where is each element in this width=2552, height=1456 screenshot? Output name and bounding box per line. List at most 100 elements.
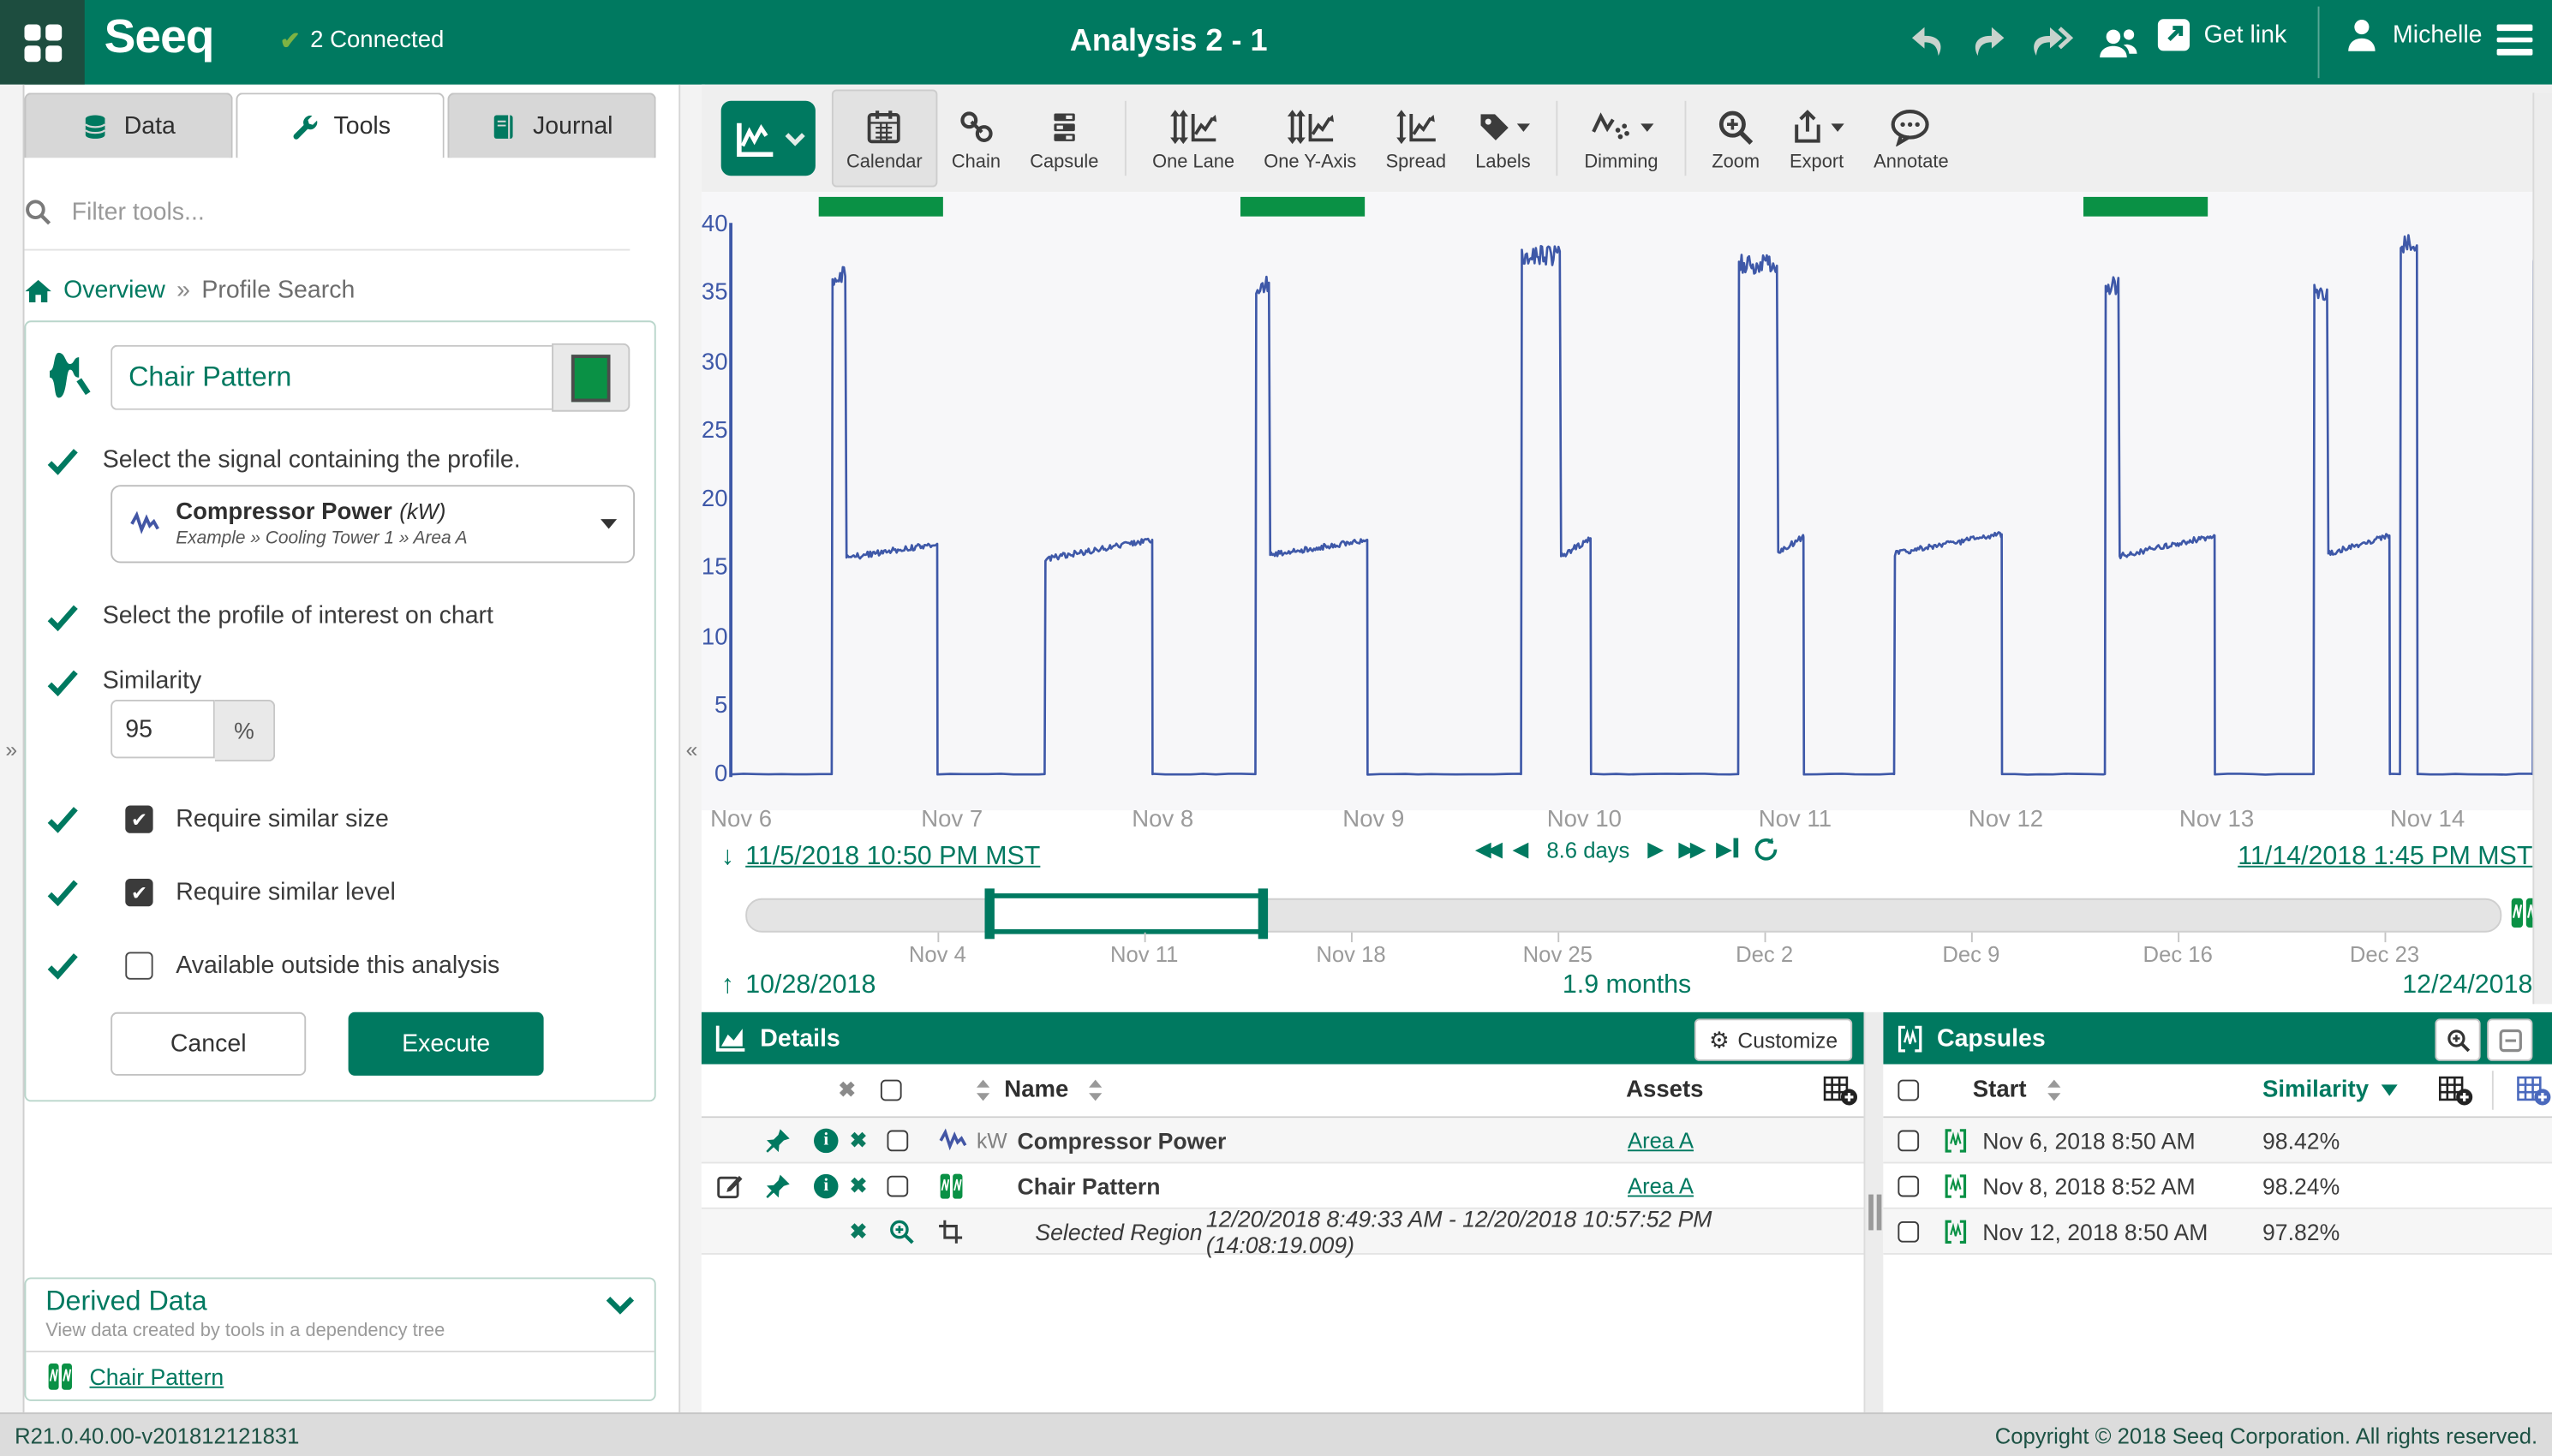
sidebar: » Data Tools Journal Overview » bbox=[0, 85, 678, 1412]
step-back-button[interactable]: ◀ bbox=[1513, 837, 1529, 862]
zoom-in-icon[interactable] bbox=[888, 1218, 914, 1244]
pin-icon[interactable] bbox=[765, 1127, 791, 1153]
capsule-row[interactable]: Nov 6, 2018 8:50 AM98.42% bbox=[1883, 1118, 2552, 1163]
timeline-selected-window[interactable] bbox=[989, 893, 1263, 934]
checkbox-require-similar-size[interactable]: ✔ bbox=[125, 806, 152, 833]
sort-icon[interactable] bbox=[2046, 1079, 2062, 1102]
capsules-collapse-button[interactable] bbox=[2487, 1018, 2532, 1060]
zoom-plus-icon bbox=[2446, 1028, 2471, 1053]
connection-status[interactable]: ✔ 2 Connected bbox=[280, 26, 445, 55]
step-to-end-button[interactable]: ▶ bbox=[1716, 837, 1738, 862]
toolbar-item-capsule[interactable]: Capsule bbox=[1015, 90, 1113, 188]
investigate-end-date[interactable]: 12/24/2018 bbox=[2402, 971, 2532, 999]
info-icon[interactable]: i bbox=[814, 1173, 839, 1198]
tool-name-input[interactable] bbox=[111, 345, 552, 410]
row-checkbox[interactable] bbox=[1898, 1175, 1919, 1196]
row-checkbox[interactable] bbox=[888, 1130, 909, 1151]
details-row-compressor-power[interactable]: i✖kWCompressor PowerArea A bbox=[702, 1118, 1864, 1163]
remove-icon[interactable]: ✖ bbox=[850, 1173, 868, 1198]
row-checkbox[interactable] bbox=[1898, 1220, 1919, 1242]
tab-data[interactable]: Data bbox=[25, 92, 233, 158]
timeline-handle-right[interactable] bbox=[1258, 888, 1268, 939]
execute-button[interactable]: Execute bbox=[349, 1012, 544, 1076]
investigate-duration[interactable]: 1.9 months bbox=[1563, 971, 1691, 999]
collapse-derived-button[interactable] bbox=[606, 1295, 635, 1315]
tab-journal[interactable]: Journal bbox=[448, 92, 656, 158]
customize-button[interactable]: ⚙ Customize bbox=[1694, 1018, 1852, 1060]
checkbox-label: Require similar level bbox=[176, 879, 396, 906]
remove-icon[interactable]: ✖ bbox=[850, 1218, 868, 1244]
timeline-tick-label: Dec 23 bbox=[2350, 942, 2419, 967]
toolbar-item-annotate[interactable]: Annotate bbox=[1859, 90, 1963, 188]
timeline-handle-left[interactable] bbox=[985, 888, 995, 939]
toolbar-item-label: One Y-Axis bbox=[1264, 153, 1356, 173]
breadcrumb-overview[interactable]: Overview bbox=[63, 277, 165, 304]
asset-link[interactable]: Area A bbox=[1628, 1173, 1694, 1198]
column-start-header[interactable]: Start bbox=[1973, 1077, 2027, 1103]
select-all-checkbox[interactable] bbox=[881, 1080, 902, 1101]
details-row-chair-pattern[interactable]: i ✖ Chair Pattern Area A bbox=[702, 1164, 1864, 1209]
column-name-header[interactable]: Name bbox=[1004, 1077, 1068, 1103]
edit-icon[interactable] bbox=[716, 1172, 744, 1199]
app-grid-button[interactable] bbox=[0, 0, 85, 85]
get-link-button[interactable]: Get link bbox=[2155, 16, 2287, 54]
timeline-tick bbox=[1765, 933, 1766, 942]
pin-icon[interactable] bbox=[765, 1173, 791, 1198]
tab-tools[interactable]: Tools bbox=[236, 92, 445, 158]
chart-scrollbar[interactable] bbox=[2532, 92, 2552, 1004]
remove-icon[interactable]: ✖ bbox=[850, 1127, 868, 1153]
step-forward-button[interactable]: ▶ bbox=[1647, 837, 1664, 862]
toolbar-item-one-lane[interactable]: One Lane bbox=[1138, 90, 1249, 188]
forward-history-button[interactable] bbox=[2025, 16, 2077, 69]
capsules-zoom-button[interactable] bbox=[2435, 1018, 2480, 1060]
column-similarity-header[interactable]: Similarity bbox=[2262, 1077, 2369, 1103]
info-icon[interactable]: i bbox=[814, 1128, 839, 1153]
sort-icon[interactable] bbox=[1087, 1079, 1103, 1102]
toolbar-item-calendar[interactable]: Calendar bbox=[832, 90, 937, 188]
toolbar-item-dimming[interactable]: Dimming bbox=[1569, 90, 1672, 188]
remove-all-icon[interactable]: ✖ bbox=[839, 1077, 857, 1103]
checkbox-require-similar-level[interactable]: ✔ bbox=[125, 879, 152, 906]
asset-link[interactable]: Area A bbox=[1628, 1128, 1694, 1153]
details-row-selected-region[interactable]: ✖Selected Region12/20/2018 8:49:33 AM - … bbox=[702, 1209, 1864, 1255]
sidebar-collapse-rail[interactable]: » bbox=[0, 85, 25, 1412]
checkbox-available-outside[interactable] bbox=[125, 952, 152, 980]
step-forward-fast-button[interactable]: ▶▶ bbox=[1678, 837, 1701, 862]
step-back-fast-button[interactable]: ◀◀ bbox=[1475, 837, 1498, 862]
add-column-icon[interactable] bbox=[1821, 1073, 1859, 1107]
crop-icon[interactable] bbox=[937, 1218, 963, 1244]
signal-select-dropdown[interactable]: Compressor Power (kW) Example » Cooling … bbox=[111, 485, 635, 563]
toolbar-item-export[interactable]: Export bbox=[1774, 90, 1859, 188]
column-assets-header[interactable]: Assets bbox=[1626, 1077, 1703, 1103]
capsule-row[interactable]: Nov 12, 2018 8:50 AM97.82% bbox=[1883, 1209, 2552, 1255]
condition-name: Chair Pattern bbox=[1018, 1173, 1161, 1198]
range-end-link[interactable]: 11/14/2018 1:45 PM MST bbox=[2238, 843, 2532, 870]
trend-chart[interactable]: 0510152025303540 bbox=[702, 192, 2552, 810]
seeq-logo[interactable]: Seeq bbox=[105, 11, 214, 65]
filter-tools-input[interactable] bbox=[69, 196, 564, 227]
row-checkbox[interactable] bbox=[888, 1175, 909, 1196]
users-button[interactable] bbox=[2092, 16, 2144, 69]
derived-item-chair-pattern[interactable]: Chair Pattern bbox=[45, 1362, 224, 1391]
redo-button[interactable] bbox=[1963, 16, 2015, 69]
sort-icon[interactable] bbox=[975, 1079, 991, 1102]
hamburger-menu-button[interactable] bbox=[2497, 25, 2533, 55]
view-mode-button[interactable] bbox=[721, 101, 816, 176]
add-stat-column-icon[interactable] bbox=[2515, 1073, 2552, 1107]
color-swatch-button[interactable] bbox=[552, 343, 630, 412]
toolbar-item-zoom[interactable]: Zoom bbox=[1697, 90, 1774, 188]
similarity-input[interactable] bbox=[111, 700, 215, 758]
toolbar-item-chain[interactable]: Chain bbox=[937, 90, 1015, 188]
add-column-icon[interactable] bbox=[2436, 1073, 2474, 1107]
row-checkbox[interactable] bbox=[1898, 1130, 1919, 1151]
toolbar-item-one-y-axis[interactable]: One Y-Axis bbox=[1249, 90, 1371, 188]
toolbar-item-labels[interactable]: Labels bbox=[1461, 90, 1545, 188]
toolbar-item-spread[interactable]: Spread bbox=[1371, 90, 1461, 188]
range-duration[interactable]: 8.6 days bbox=[1546, 838, 1629, 862]
user-menu[interactable]: Michelle bbox=[2344, 16, 2483, 52]
refresh-icon[interactable] bbox=[1753, 837, 1778, 862]
capsule-row[interactable]: Nov 8, 2018 8:52 AM98.24% bbox=[1883, 1164, 2552, 1209]
cancel-button[interactable]: Cancel bbox=[111, 1012, 306, 1076]
undo-button[interactable] bbox=[1901, 16, 1953, 69]
select-all-checkbox[interactable] bbox=[1898, 1080, 1919, 1101]
